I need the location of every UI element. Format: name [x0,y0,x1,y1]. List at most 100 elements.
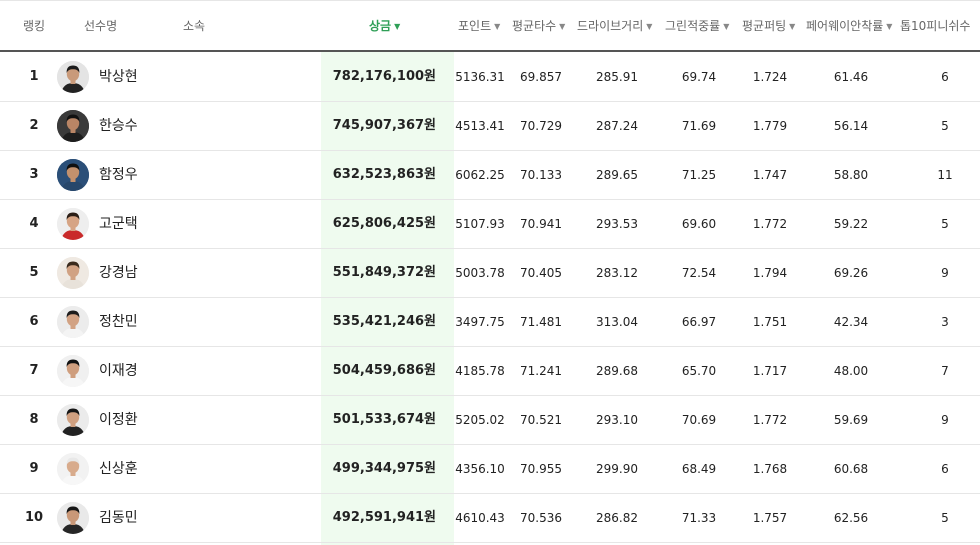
avg-putts-cell: 1.772 [752,217,788,231]
fairway-cell: 59.22 [833,217,869,231]
table-row: 9 신상훈 499,344,975원 4356.10 70.955 299.90 68.49… [0,445,980,494]
points-cell: 5003.78 [455,266,505,280]
gir-cell: 66.97 [681,315,717,329]
player-name-link[interactable]: 이정환 [99,396,138,444]
table-row: 5 강경남 551,849,372원 5003.78 70.405 283.12 72.54… [0,249,980,298]
table-row: 4 고군택 625,806,425원 5107.93 70.941 293.53 69.60… [0,200,980,249]
avg-score-cell: 70.133 [520,168,562,182]
avg-putts-cell: 1.772 [752,413,788,427]
sort-by-gir[interactable]: 그린적중률 ▼ [665,1,729,51]
top10-cell: 5 [941,119,949,133]
sort-down-icon: ▼ [394,22,401,31]
sort-by-points[interactable]: 포인트 ▼ [458,1,500,51]
header-points-label: 포인트 [458,19,492,33]
player-photo-icon [57,404,89,436]
player-name-link[interactable]: 고군택 [99,200,138,248]
player-avatar[interactable] [57,159,89,191]
player-avatar[interactable] [57,208,89,240]
player-name-link[interactable]: 박상현 [99,53,138,101]
avg-score-cell: 70.941 [520,217,562,231]
header-avg-putts-label: 평균퍼팅 [742,19,787,33]
fairway-cell: 61.46 [833,70,869,84]
player-ranking-table: 랭킹 선수명 소속 상금 ▼ 포인트 ▼ 평균타수 ▼ 드라이브거리 ▼ 그린적중률 ▼ … [0,0,980,545]
player-name-link[interactable]: 한승수 [99,102,138,150]
sort-by-prize[interactable]: 상금 ▼ [369,1,400,51]
player-photo-icon [57,257,89,289]
player-name-link[interactable]: 강경남 [99,249,138,297]
player-avatar[interactable] [57,502,89,534]
player-avatar[interactable] [57,404,89,436]
fairway-cell: 59.69 [833,413,869,427]
player-name-link[interactable]: 이재경 [99,347,138,395]
prize-cell: 782,176,100원 [332,69,436,84]
gir-cell: 69.74 [681,70,717,84]
avg-putts-cell: 1.768 [752,462,788,476]
fairway-cell: 56.14 [833,119,869,133]
gir-cell: 71.69 [681,119,717,133]
sort-by-avg-score[interactable]: 평균타수 ▼ [512,1,565,51]
points-cell: 5107.93 [455,217,505,231]
gir-cell: 69.60 [681,217,717,231]
points-cell: 4356.10 [455,462,505,476]
driving-distance-cell: 293.53 [596,217,638,231]
top10-cell: 6 [941,70,949,84]
gir-cell: 68.49 [681,462,717,476]
points-cell: 6062.25 [455,168,505,182]
column-header-player: 선수명 [84,1,117,51]
player-avatar[interactable] [57,257,89,289]
gir-cell: 72.54 [681,266,717,280]
driving-distance-cell: 285.91 [596,70,638,84]
player-photo-icon [57,502,89,534]
table-header: 랭킹 선수명 소속 상금 ▼ 포인트 ▼ 평균타수 ▼ 드라이브거리 ▼ 그린적중률 ▼ … [0,0,980,52]
player-name-link[interactable]: 함정우 [99,151,138,199]
table-row: 2 한승수 745,907,367원 4513.41 70.729 287.24 71.69… [0,102,980,151]
top10-cell: 3 [941,315,949,329]
avg-score-cell: 70.405 [520,266,562,280]
header-fairway-label: 페어웨이안착률 [806,19,884,33]
avg-score-cell: 70.729 [520,119,562,133]
gir-cell: 71.33 [681,511,717,525]
prize-cell: 499,344,975원 [332,461,436,476]
player-photo-icon [57,110,89,142]
table-row: 1 박상현 782,176,100원 5136.31 69.857 285.91 69.74… [0,53,980,102]
points-cell: 5136.31 [455,70,505,84]
sort-by-fairway[interactable]: 페어웨이안착률 ▼ [806,1,892,51]
prize-cell: 625,806,425원 [332,216,436,231]
header-prize-label: 상금 [369,19,392,33]
table-row: 6 정찬민 535,421,246원 3497.75 71.481 313.04 66.97… [0,298,980,347]
top10-cell: 9 [941,413,949,427]
driving-distance-cell: 293.10 [596,413,638,427]
header-gir-label: 그린적중률 [665,19,721,33]
table-row: 3 함정우 632,523,863원 6062.25 70.133 289.65 71.25… [0,151,980,200]
player-avatar[interactable] [57,61,89,93]
fairway-cell: 60.68 [833,462,869,476]
sort-by-avg-putts[interactable]: 평균퍼팅 ▼ [742,1,795,51]
player-name-link[interactable]: 김동민 [99,494,138,542]
fairway-cell: 42.34 [833,315,869,329]
player-avatar[interactable] [57,306,89,338]
sort-by-top10[interactable]: 톱10피니쉬수 [900,1,970,51]
column-header-rank: 랭킹 [23,1,45,51]
player-avatar[interactable] [57,453,89,485]
driving-distance-cell: 313.04 [596,315,638,329]
prize-cell: 745,907,367원 [332,118,436,133]
top10-cell: 6 [941,462,949,476]
driving-distance-cell: 286.82 [596,511,638,525]
player-name-link[interactable]: 신상훈 [99,445,138,493]
fairway-cell: 69.26 [833,266,869,280]
player-name-link[interactable]: 정찬민 [99,298,138,346]
avg-score-cell: 70.955 [520,462,562,476]
top10-cell: 5 [941,217,949,231]
header-avg-score-label: 평균타수 [512,19,557,33]
player-avatar[interactable] [57,110,89,142]
column-header-affiliation: 소속 [183,1,205,51]
prize-cell: 492,591,941원 [332,510,436,525]
avg-putts-cell: 1.757 [752,511,788,525]
header-player-label: 선수명 [84,19,118,33]
prize-cell: 504,459,686원 [332,363,436,378]
sort-by-driving-distance[interactable]: 드라이브거리 ▼ [577,1,652,51]
table-row: 8 이정환 501,533,674원 5205.02 70.521 293.10 70.69… [0,396,980,445]
player-photo-icon [57,208,89,240]
avg-score-cell: 71.241 [520,364,562,378]
player-avatar[interactable] [57,355,89,387]
